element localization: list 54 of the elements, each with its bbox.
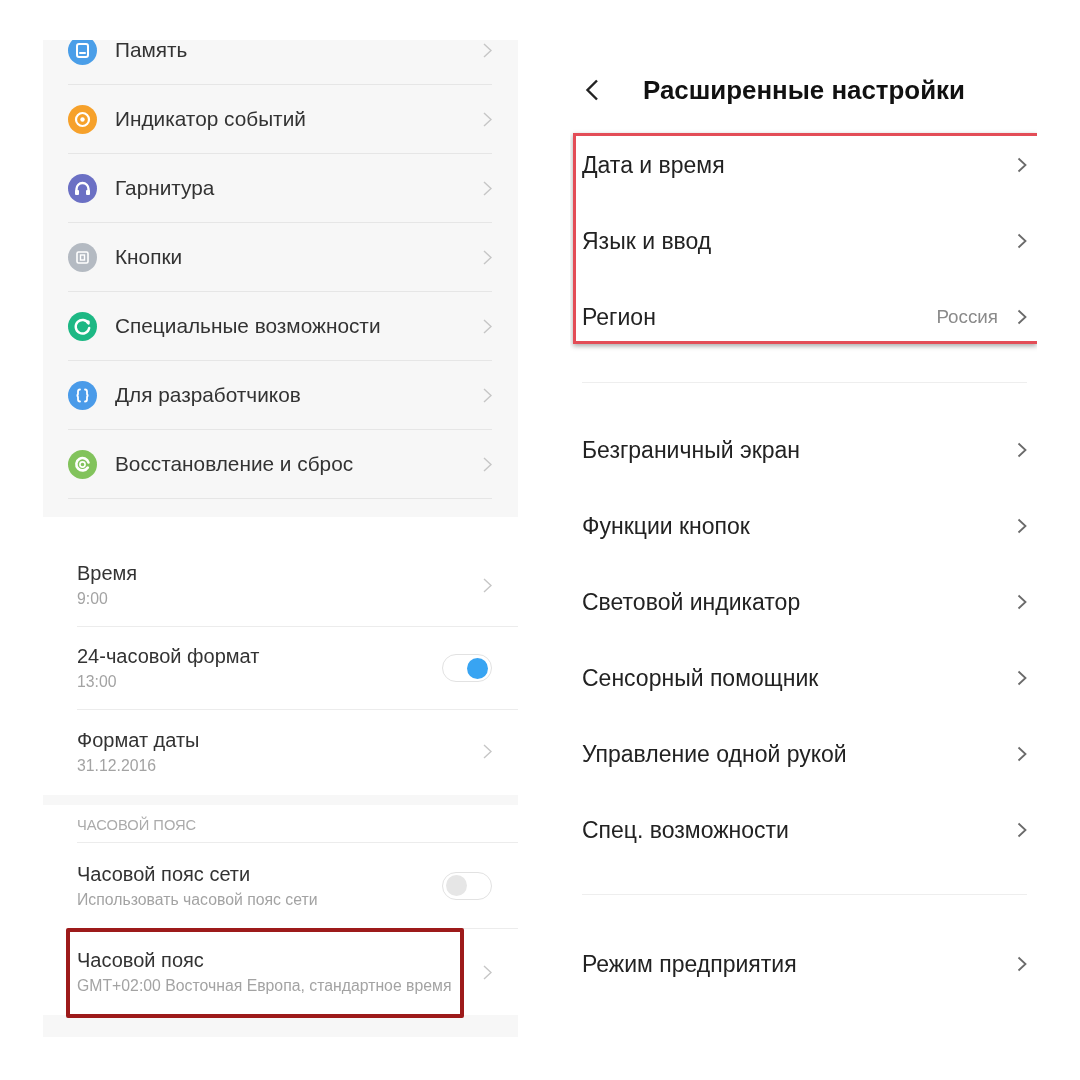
chevron-icon [1017,518,1027,534]
chevron-icon [1017,157,1027,173]
setting-value: Россия [936,306,998,328]
chevron-icon [483,318,492,334]
chevron-icon [1017,822,1027,838]
settings-item[interactable]: Спец. возможности [582,792,1027,868]
settings-item[interactable]: Световой индикатор [582,564,1027,640]
setting-summary: GMT+02:00 Восточная Европа, стандартное время [77,977,452,995]
settings-item[interactable]: Часовой пояс сети Использовать часовой пояс сети [77,843,518,929]
settings-item[interactable]: Часовой пояс GMT+02:00 Восточная Европа, стандартное время [77,929,518,1015]
settings-item[interactable]: Формат даты 31.12.2016 [77,710,518,793]
setting-summary: Использовать часовой пояс сети [77,890,318,909]
chevron-icon [1017,956,1027,972]
settings-item[interactable]: 24-часовой формат 13:00 [77,627,518,710]
toggle-switch[interactable] [442,654,492,682]
chevron-icon [483,456,492,472]
chevron-icon [483,577,492,593]
settings-item[interactable]: Индикатор событий [68,85,492,154]
chevron-icon [1017,442,1027,458]
settings-item[interactable]: Для разработчиков [68,361,492,430]
settings-item[interactable]: Память [68,40,492,85]
chevron-icon [483,42,492,58]
settings-item[interactable]: Время 9:00 [77,544,518,627]
chevron-icon [1017,594,1027,610]
back-icon [585,79,599,101]
chevron-icon [1017,309,1027,325]
chevron-icon [1017,746,1027,762]
settings-item[interactable]: Сенсорный помощник [582,640,1027,716]
back-button[interactable] [585,79,599,101]
section-header: ЧАСОВОЙ ПОЯС [77,805,518,843]
settings-item[interactable]: Режим предприятия [582,926,1027,1002]
settings-item[interactable]: Язык и ввод [582,203,1027,279]
settings-item[interactable]: Гарнитура [68,154,492,223]
chevron-icon [483,111,492,127]
chevron-icon [483,180,492,196]
setting-summary: 13:00 [77,673,118,691]
settings-item[interactable]: Регион Россия [582,279,1027,355]
chevron-icon [483,744,492,759]
screen-title: Расширенные настройки [643,76,965,104]
settings-item[interactable]: Функции кнопок [582,488,1027,564]
setting-summary: 31.12.2016 [77,756,158,775]
settings-item[interactable]: Управление одной рукой [582,716,1027,792]
settings-item[interactable]: Восстановление и сброс [68,430,492,499]
settings-item[interactable]: Дата и время [582,127,1027,203]
toggle-switch[interactable] [442,871,492,900]
chevron-icon [483,249,492,265]
chevron-icon [1017,670,1027,686]
chevron-icon [483,964,492,980]
settings-item[interactable]: Кнопки [68,223,492,292]
chevron-icon [483,387,492,403]
settings-item[interactable]: Специальные возможности [68,292,492,361]
settings-item[interactable]: Безграничный экран [582,412,1027,488]
setting-summary: 9:00 [77,590,109,608]
chevron-icon [1017,233,1027,249]
